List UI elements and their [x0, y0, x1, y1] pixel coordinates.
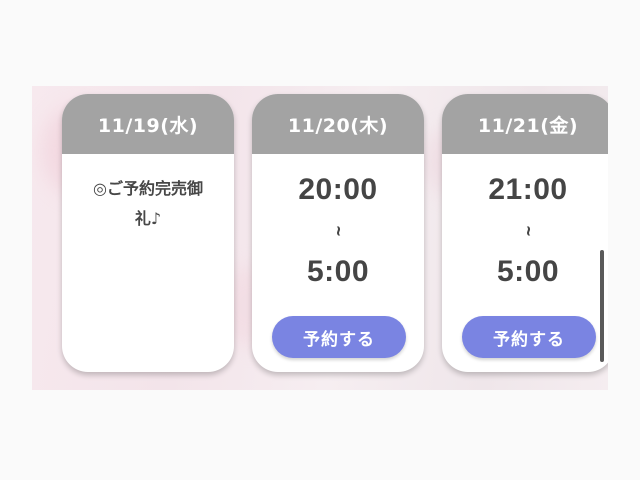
card-date: 11/20(木) [252, 94, 424, 154]
page-margin [608, 86, 640, 390]
reserve-button[interactable]: 予約する [462, 316, 596, 358]
schedule-card: 11/21(金) 21:00 ~ 5:00 予約する [442, 94, 614, 372]
time-separator: ~ [328, 224, 349, 238]
reserve-button[interactable]: 予約する [272, 316, 406, 358]
sold-out-line: 礼♪ [134, 209, 162, 228]
vertical-scrollbar[interactable] [600, 250, 604, 362]
schedule-card: 11/20(木) 20:00 ~ 5:00 予約する [252, 94, 424, 372]
time-separator: ~ [518, 224, 539, 238]
card-date: 11/19(水) [62, 94, 234, 154]
card-date: 11/21(金) [442, 94, 614, 154]
schedule-card: 11/19(水) ◎ご予約完売御 礼♪ [62, 94, 234, 372]
sold-out-message: ◎ご予約完売御 礼♪ [62, 154, 234, 234]
sold-out-line: ◎ご予約完売御 [93, 179, 203, 198]
